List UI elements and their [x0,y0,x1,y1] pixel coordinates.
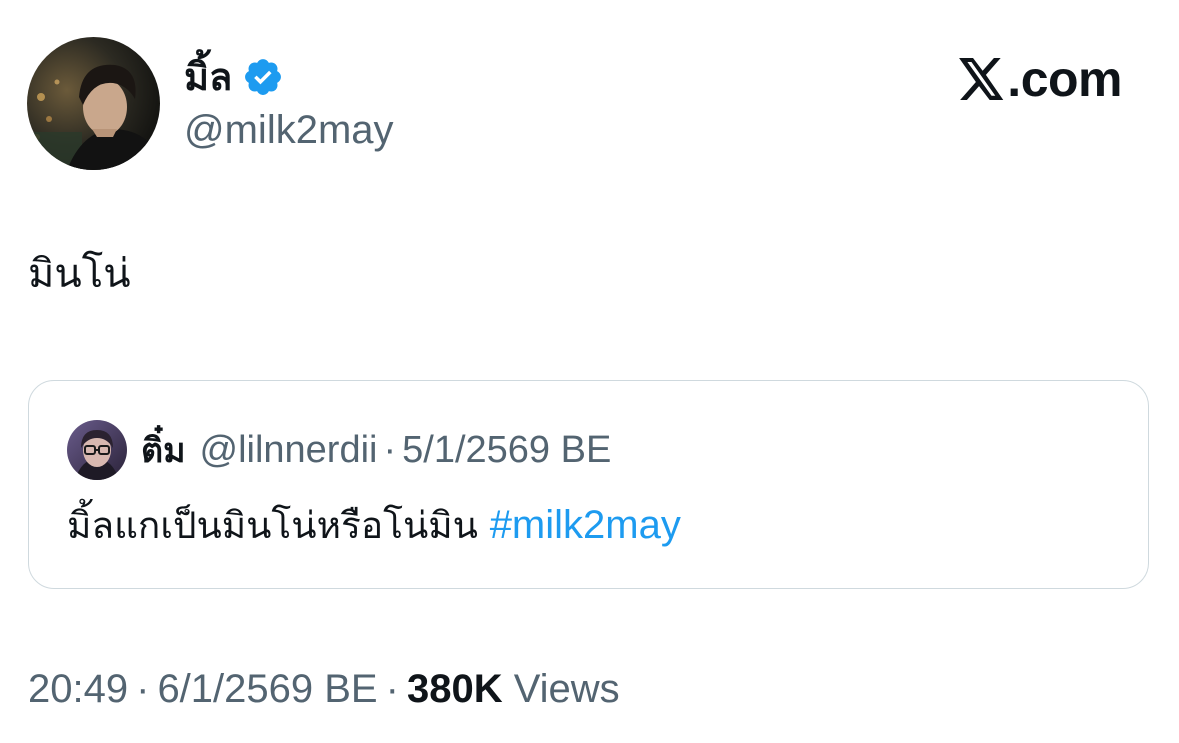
quoted-tweet-header: ติ๋ม @lilnnerdii · 5/1/2569 BE [67,419,611,481]
quoted-author-display-name[interactable]: ติ๋ม [141,423,186,477]
author-name-row: มิ้ล [184,52,284,102]
tweet-date[interactable]: 6/1/2569 BE [157,667,377,711]
quoted-tweet-text: มิ้ลแกเป็นมินโน่หรือโน่มิน #milk2may [67,501,681,549]
profile-photo-icon [27,37,160,170]
tweet-meta: 20:49 · 6/1/2569 BE · 380K Views [28,665,620,713]
tweet-card: มิ้ล @milk2may .com มินโน่ ติ๋ม @lilnner… [0,0,1179,743]
verified-badge-icon[interactable] [242,56,284,98]
quoted-author-avatar[interactable] [67,420,127,480]
tweet-time[interactable]: 20:49 [28,667,128,711]
tweet-text: มินโน่ [28,251,131,297]
author-display-name[interactable]: มิ้ล [184,58,232,96]
views-count[interactable]: 380K [407,667,503,711]
x-logo[interactable]: .com [959,52,1122,106]
quoted-tweet-card[interactable]: ติ๋ม @lilnnerdii · 5/1/2569 BE มิ้ลแกเป็… [28,380,1149,589]
quoted-tweet-date[interactable]: 5/1/2569 BE [402,429,611,472]
views-label: Views [513,667,620,711]
x-logo-icon [959,58,1004,100]
author-avatar[interactable] [27,37,160,170]
meta-separator: · [385,667,399,711]
quoted-tweet-body: มิ้ลแกเป็นมินโน่หรือโน่มิน [67,504,490,547]
quoted-author-handle[interactable]: @lilnnerdii [200,429,378,472]
quoted-separator: · [383,428,397,471]
profile-photo-icon [67,420,127,480]
hashtag-link[interactable]: #milk2may [490,503,681,547]
x-logo-text: .com [1007,51,1122,107]
author-handle[interactable]: @milk2may [184,108,394,152]
meta-separator: · [136,667,150,711]
